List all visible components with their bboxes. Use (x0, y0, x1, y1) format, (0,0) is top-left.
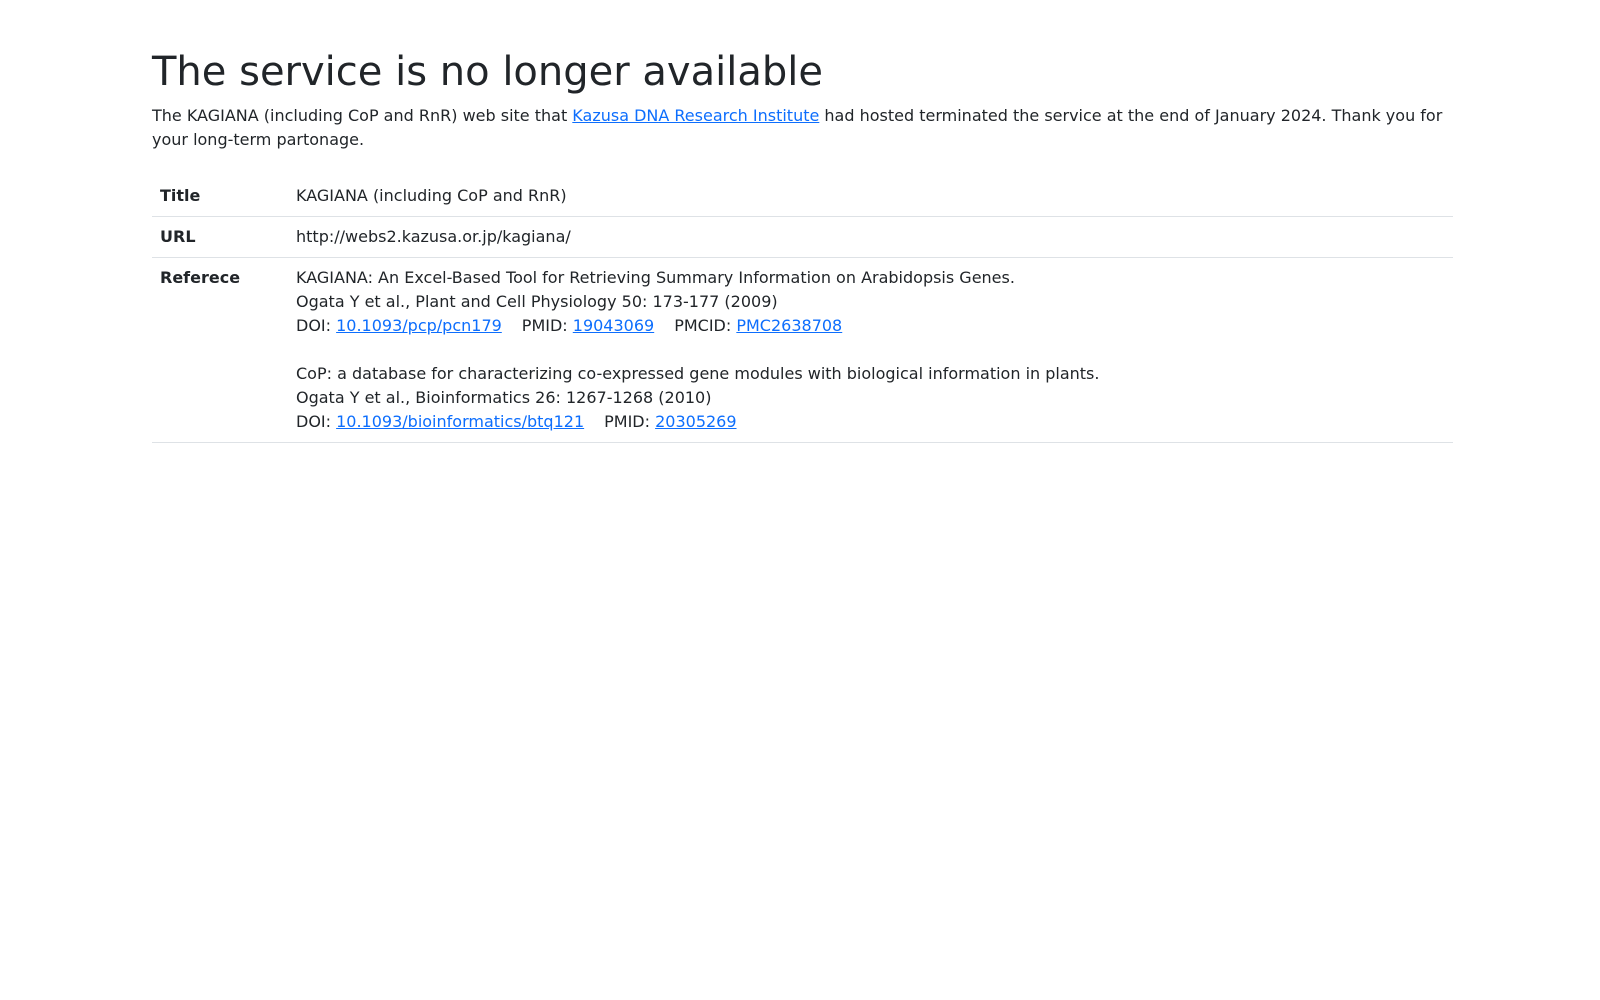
page-title: The service is no longer available (152, 49, 823, 95)
ref2-pmid-link[interactable]: 20305269 (655, 412, 736, 431)
main-container: The service is no longer available The K… (152, 0, 1453, 443)
table-row-reference: Referece KAGIANA: An Excel-Based Tool fo… (152, 257, 1453, 443)
info-table: Title KAGIANA (including CoP and RnR) UR… (152, 176, 1453, 443)
ref1-pmcid-label: PMCID: (674, 316, 737, 335)
ref1-title: KAGIANA: An Excel-Based Tool for Retriev… (296, 268, 1015, 287)
ref2-title: CoP: a database for characterizing co-ex… (296, 364, 1100, 383)
intro-paragraph: The KAGIANA (including CoP and RnR) web … (152, 104, 1453, 152)
url-label: URL (152, 216, 288, 258)
url-value: http://webs2.kazusa.or.jp/kagiana/ (288, 216, 1453, 258)
ref1-citation: Ogata Y et al., Plant and Cell Physiolog… (296, 292, 778, 311)
intro-text-before: The KAGIANA (including CoP and RnR) web … (152, 106, 573, 125)
ref2-citation: Ogata Y et al., Bioinformatics 26: 1267-… (296, 388, 712, 407)
title-label: Title (152, 176, 288, 217)
ref2-ids: DOI: 10.1093/bioinformatics/btq121 PMID: … (296, 410, 1445, 434)
ref1-ids: DOI: 10.1093/pcp/pcn179 PMID: 19043069 PMC… (296, 314, 1445, 338)
reference-value: KAGIANA: An Excel-Based Tool for Retriev… (288, 257, 1453, 443)
ref2-doi-link[interactable]: 10.1093/bioinformatics/btq121 (336, 412, 584, 431)
ref1-doi-link[interactable]: 10.1093/pcp/pcn179 (336, 316, 502, 335)
ref1-pmid-label: PMID: (521, 316, 573, 335)
ref2-pmid-label: PMID: (604, 412, 656, 431)
title-value: KAGIANA (including CoP and RnR) (288, 176, 1453, 217)
table-row-url: URL http://webs2.kazusa.or.jp/kagiana/ (152, 216, 1453, 258)
ref2-doi-label: DOI: (296, 412, 337, 431)
ref1-pmcid-link[interactable]: PMC2638708 (736, 316, 842, 335)
reference-label: Referece (152, 257, 288, 443)
kazusa-link[interactable]: Kazusa DNA Research Institute (572, 106, 819, 125)
ref1-doi-label: DOI: (296, 316, 337, 335)
ref1-pmid-link[interactable]: 19043069 (573, 316, 654, 335)
ref-spacer (296, 338, 1445, 362)
table-row-title: Title KAGIANA (including CoP and RnR) (152, 176, 1453, 217)
